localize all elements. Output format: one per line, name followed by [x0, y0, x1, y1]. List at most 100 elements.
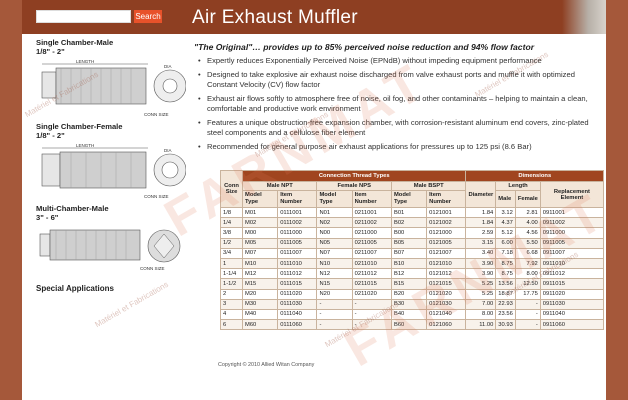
- table-cell: 0211020: [351, 288, 392, 300]
- feature-item: Recommended for general purpose air exha…: [198, 142, 598, 152]
- col-item: Item Number: [277, 190, 318, 208]
- table-cell: 0121015: [426, 278, 467, 290]
- table-cell: B20: [390, 288, 428, 300]
- col-diameter: Diameter: [465, 181, 497, 208]
- table-cell: 0911012: [539, 268, 605, 280]
- table-cell: 0911000: [539, 227, 605, 239]
- table-cell: 0111010: [277, 257, 318, 270]
- table-cell: B02: [390, 217, 428, 229]
- tagline: "The Original"… provides up to 85% perce…: [194, 42, 535, 52]
- special-applications-link[interactable]: Special Applications: [36, 284, 114, 293]
- table-cell: B60: [390, 319, 428, 331]
- table-cell: 0111005: [277, 237, 318, 249]
- table-cell: M00: [241, 227, 279, 239]
- table-cell: B00: [390, 227, 428, 239]
- table-cell: N07: [316, 247, 353, 259]
- table-cell: 0111002: [277, 217, 318, 229]
- table-cell: 0121030: [426, 298, 467, 310]
- table-cell: 2: [220, 288, 243, 300]
- col-male-npt: Male NPT: [241, 181, 318, 191]
- col-model: Model Type: [390, 190, 428, 208]
- table-cell: B10: [390, 257, 428, 270]
- table-cell: 0111007: [277, 247, 318, 259]
- table-cell: 30.93: [495, 319, 516, 331]
- table-cell: 0211012: [351, 268, 392, 280]
- table-cell: 8.00: [465, 308, 497, 321]
- feature-item: Designed to take explosive air exhaust n…: [198, 70, 598, 90]
- table-cell: 1/4: [220, 217, 243, 229]
- table-row: 2 M20 0111020 N20 0211020 B20 0121020 5.25 18.87…: [220, 288, 605, 300]
- table-row: 1/8 M01 0111001 N01 0211001 B01 0121001 1.84 3.1…: [220, 206, 605, 219]
- search-button[interactable]: Search: [134, 10, 162, 23]
- copyright: Copyright © 2010 Allied Witan Company: [218, 362, 315, 368]
- col-conn-size: Conn Size: [220, 170, 243, 208]
- table-cell: 0121060: [426, 319, 467, 331]
- table-cell: 23.56: [495, 308, 516, 321]
- conn-size-label: CONN SIZE: [144, 194, 169, 199]
- feature-list: Expertly reduces Exponentially Perceived…: [198, 56, 598, 156]
- table-cell: 0911007: [539, 247, 605, 259]
- table-cell: 0111060: [277, 319, 318, 331]
- table-cell: 3.40: [465, 247, 497, 259]
- table-cell: B12: [390, 268, 428, 280]
- col-length: Length: [495, 181, 541, 191]
- table-cell: 2.59: [465, 227, 497, 239]
- table-cell: 1/8: [220, 206, 243, 219]
- table-cell: N02: [316, 217, 353, 229]
- table-cell: 0121010: [426, 257, 467, 270]
- table-row: 3/4 M07 0111007 N07 0211007 B07 0121007 3.40 7.1…: [220, 247, 605, 259]
- multi-male-drawing: CONN SIZE: [39, 229, 181, 271]
- table-cell: -: [351, 319, 392, 331]
- header-bar: Search Air Exhaust Muffler: [22, 0, 606, 34]
- single-female-drawing: LENGTH DIA CONN SIZE: [41, 143, 186, 199]
- table-cell: 7.18: [495, 247, 516, 259]
- table-cell: 0911010: [539, 257, 605, 270]
- table-cell: 0911020: [539, 288, 605, 300]
- table-cell: N05: [316, 237, 353, 249]
- product-label-single-male: Single Chamber-Male 1/8" - 2": [36, 38, 113, 56]
- page-title: Air Exhaust Muffler: [192, 7, 358, 28]
- table-cell: -: [351, 298, 392, 310]
- length-label: LENGTH: [76, 143, 94, 148]
- table-cell: M10: [241, 257, 279, 270]
- feature-item: Expertly reduces Exponentially Perceived…: [198, 56, 598, 66]
- table-cell: 3/4: [220, 247, 243, 259]
- search-input[interactable]: [36, 10, 131, 23]
- table-cell: 4.56: [514, 227, 541, 239]
- dia-label: DIA: [164, 64, 172, 69]
- table-cell: 5.25: [465, 288, 497, 300]
- table-row: 4 M40 0111040- - B40 0121040 8.00 23.56-0911040: [220, 308, 605, 321]
- table-cell: 0211000: [351, 227, 392, 239]
- product-name: Multi-Chamber-Male: [36, 204, 109, 213]
- table-cell: 8.75: [495, 268, 516, 280]
- table-cell: 1.84: [465, 206, 497, 219]
- conn-size-label: CONN SIZE: [144, 112, 169, 117]
- table-cell: 6.00: [495, 237, 516, 249]
- table-cell: 1-1/4: [220, 268, 243, 280]
- table-cell: 4.37: [495, 217, 516, 229]
- table-cell: 0121012: [426, 268, 467, 280]
- table-row: 3 M30 0111030- - B30 0121030 7.00 22.93-0911030: [220, 298, 605, 310]
- table-cell: B15: [390, 278, 428, 290]
- header-product-image: [562, 0, 606, 34]
- table-cell: 0211015: [351, 278, 392, 290]
- table-cell: 5.25: [465, 278, 497, 290]
- table-cell: 3.90: [465, 268, 497, 280]
- table-cell: 1-1/2: [220, 278, 243, 290]
- table-cell: N20: [316, 288, 353, 300]
- table-cell: B40: [390, 308, 428, 321]
- table-cell: 0211001: [351, 206, 392, 219]
- table-cell: M12: [241, 268, 279, 280]
- col-item: Item Number: [351, 190, 392, 208]
- length-label: LENGTH: [76, 59, 94, 64]
- table-cell: 3.90: [465, 257, 497, 270]
- table-cell: 18.87: [495, 288, 516, 300]
- table-cell: 0911040: [539, 308, 605, 321]
- table-cell: 0121001: [426, 206, 467, 219]
- table-cell: M02: [241, 217, 279, 229]
- table-cell: -: [514, 319, 541, 331]
- table-row: 3/8 M00 0111000 N00 0211000 B00 0121000 2.59 5.1…: [220, 227, 605, 239]
- table-cell: M20: [241, 288, 279, 300]
- table-cell: -: [351, 308, 392, 321]
- table-cell: 0211002: [351, 217, 392, 229]
